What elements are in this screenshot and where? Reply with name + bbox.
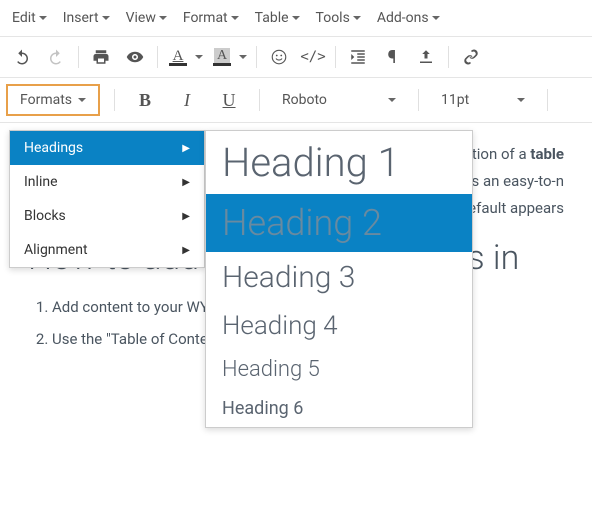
caret-down-icon [231,16,239,20]
menu-table[interactable]: Table [247,6,308,30]
menu-addons[interactable]: Add-ons [369,6,448,30]
menu-edit[interactable]: Edit [4,6,55,30]
separator [157,46,158,68]
text-color-icon: A [173,49,184,64]
text-color-button[interactable]: A [164,42,206,72]
formats-label: Formats [20,92,72,108]
separator [114,89,115,111]
menu-tools[interactable]: Tools [308,6,369,30]
menubar: Edit Insert View Format Table Tools Add-… [0,0,592,37]
caret-down-icon [353,16,361,20]
indent-button[interactable] [342,42,374,72]
separator [418,89,419,111]
menu-view[interactable]: View [118,6,175,30]
dropdown-item-blocks[interactable]: Blocks▶ [10,199,204,233]
emoji-button[interactable] [263,42,295,72]
redo-button[interactable] [40,42,72,72]
caret-down-icon [159,16,167,20]
chevron-right-icon: ▶ [182,177,190,188]
toolbar-2: Formats B I U Roboto 11pt [0,78,592,123]
headings-submenu: Heading 1Heading 2Heading 3Heading 4Head… [205,130,473,428]
caret-down-icon [195,55,203,59]
chevron-right-icon: ▶ [182,245,190,256]
formats-button[interactable]: Formats [6,84,100,116]
font-size-value: 11pt [441,92,469,108]
heading-option-h2[interactable]: Heading 2 [206,194,472,252]
toolbar-1: A A </> ¶ [0,37,592,78]
indent-icon [349,48,367,66]
separator [259,89,260,111]
caret-down-icon [78,98,86,102]
undo-button[interactable] [6,42,38,72]
font-size-select[interactable]: 11pt [433,86,533,114]
menu-format[interactable]: Format [175,6,247,30]
caret-down-icon [239,55,247,59]
underline-button[interactable]: U [213,85,245,115]
dropdown-item-inline[interactable]: Inline▶ [10,165,204,199]
color-bar [213,63,231,66]
separator [256,46,257,68]
caret-down-icon [432,16,440,20]
link-icon [462,48,480,66]
caret-down-icon [388,98,396,102]
code-icon: </> [300,49,325,65]
heading-option-h4[interactable]: Heading 4 [206,303,472,349]
upload-button[interactable] [410,42,442,72]
dropdown-item-alignment[interactable]: Alignment▶ [10,233,204,267]
smile-icon [270,48,288,66]
formats-dropdown: Headings▶Inline▶Blocks▶Alignment▶ [9,130,205,268]
pilcrow-button[interactable]: ¶ [376,42,408,72]
pilcrow-icon: ¶ [388,47,397,68]
preview-button[interactable] [119,42,151,72]
caret-down-icon [39,16,47,20]
caret-down-icon [102,16,110,20]
separator [448,46,449,68]
print-button[interactable] [85,42,117,72]
highlight-color-button[interactable]: A [208,42,250,72]
link-button[interactable] [455,42,487,72]
heading-option-h6[interactable]: Heading 6 [206,390,472,427]
dropdown-item-headings[interactable]: Headings▶ [10,131,204,165]
separator [335,46,336,68]
font-family-select[interactable]: Roboto [274,86,404,114]
redo-icon [47,48,65,66]
bold-button[interactable]: B [129,85,161,115]
code-view-button[interactable]: </> [297,42,329,72]
separator [547,89,548,111]
chevron-right-icon: ▶ [182,143,190,154]
heading-option-h5[interactable]: Heading 5 [206,349,472,390]
caret-down-icon [517,98,525,102]
print-icon [92,48,110,66]
font-family-value: Roboto [282,92,327,108]
menu-insert[interactable]: Insert [55,6,118,30]
highlight-icon: A [214,48,230,65]
chevron-right-icon: ▶ [182,211,190,222]
heading-option-h1[interactable]: Heading 1 [206,131,472,194]
color-bar [169,63,187,66]
heading-option-h3[interactable]: Heading 3 [206,252,472,303]
separator [78,46,79,68]
eye-icon [126,48,144,66]
italic-button[interactable]: I [171,85,203,115]
upload-icon [417,48,435,66]
undo-icon [13,48,31,66]
caret-down-icon [292,16,300,20]
